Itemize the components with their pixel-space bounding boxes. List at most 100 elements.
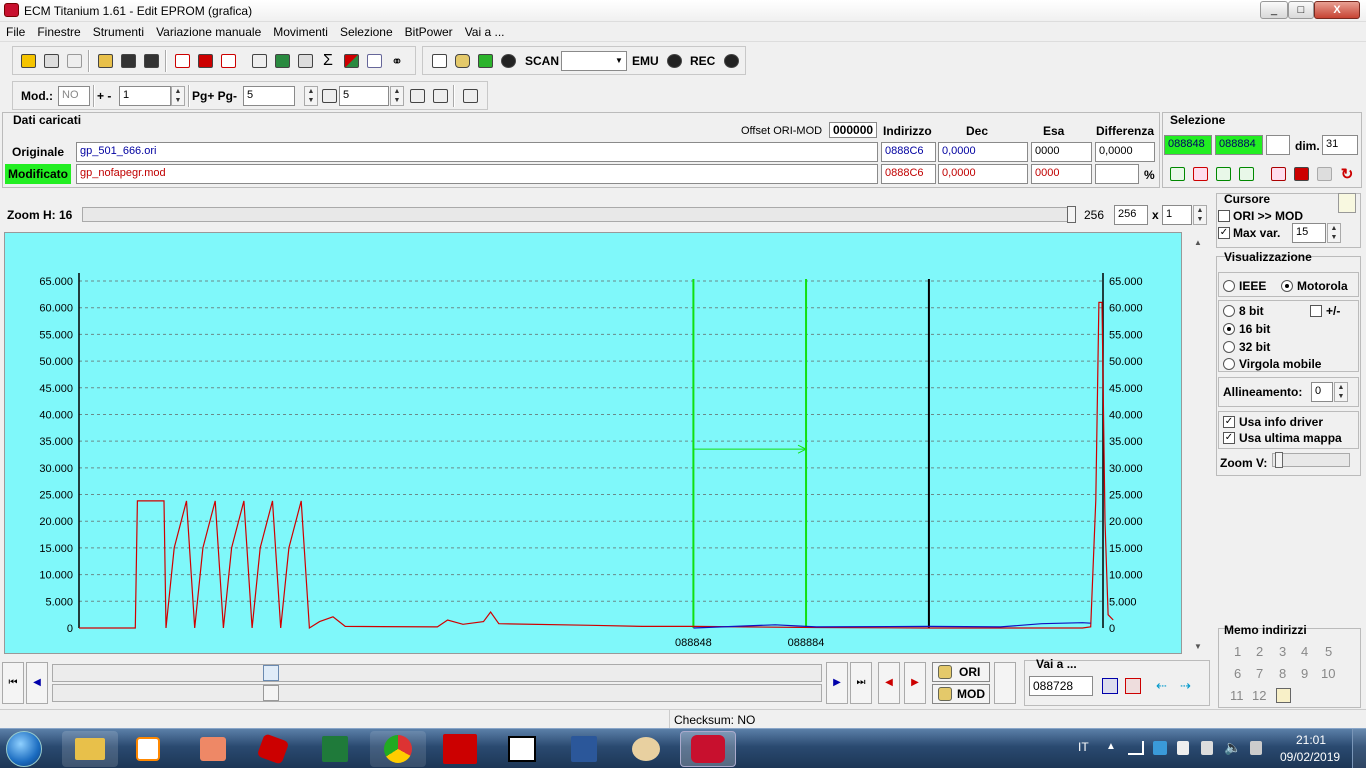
menu-vai-a[interactable]: Vai a ... xyxy=(459,22,511,39)
memo-add-icon[interactable] xyxy=(1276,688,1291,703)
7z-task[interactable] xyxy=(494,731,550,767)
memo-3[interactable]: 3 xyxy=(1279,644,1286,659)
sel-start-icon[interactable] xyxy=(1167,164,1187,184)
maximize-button[interactable]: □ xyxy=(1288,1,1314,19)
selection-end-field[interactable]: 088884 xyxy=(1215,135,1263,155)
save-icon[interactable] xyxy=(118,51,138,71)
menu-file[interactable]: File xyxy=(0,22,31,39)
hscroll-bottom[interactable] xyxy=(52,684,822,702)
scroll-down-icon[interactable]: ▼ xyxy=(1194,642,1202,651)
next-diff-icon[interactable]: ▶ xyxy=(904,662,926,704)
goto-field[interactable]: 088728 xyxy=(1029,676,1093,696)
open-folder-icon[interactable] xyxy=(95,51,115,71)
p-icon[interactable] xyxy=(319,86,339,106)
motorola-radio[interactable] xyxy=(1281,280,1293,292)
sel-disabled-icon[interactable] xyxy=(1314,164,1334,184)
edit-icon[interactable] xyxy=(295,51,315,71)
originale-esa-field[interactable]: 0000 xyxy=(1031,142,1092,162)
tray-arrow-icon[interactable]: ▲ xyxy=(1106,741,1116,752)
sel-plus-icon[interactable] xyxy=(1213,164,1233,184)
copy-icon[interactable] xyxy=(64,51,84,71)
memo-4[interactable]: 4 xyxy=(1301,644,1308,659)
hscroll-top-thumb[interactable] xyxy=(263,665,279,681)
next-page-icon[interactable]: ▶ xyxy=(826,662,848,704)
graph-panel[interactable]: 65.000 65.000 60.000 60.000 55.000 55.000 50.0… xyxy=(4,232,1182,654)
menu-movimenti[interactable]: Movimenti xyxy=(267,22,334,39)
zoom-h-slider[interactable] xyxy=(82,206,1076,223)
calculator-icon[interactable] xyxy=(272,51,292,71)
show-desktop-button[interactable] xyxy=(1352,729,1366,768)
clock-time[interactable]: 21:01 xyxy=(1296,733,1326,747)
dim-field[interactable]: 31 xyxy=(1322,135,1358,155)
paint-task[interactable] xyxy=(618,731,674,767)
graph-vscrollbar[interactable]: ▲ ▼ xyxy=(1188,232,1208,654)
menu-strumenti[interactable]: Strumenti xyxy=(87,22,150,39)
plusminus-field[interactable]: 1 xyxy=(119,86,171,106)
sel-paste-icon[interactable] xyxy=(1291,164,1311,184)
align-field[interactable]: 0 xyxy=(1311,382,1333,402)
zoom-value-field[interactable]: 256 xyxy=(1114,205,1148,225)
start-button[interactable] xyxy=(6,731,42,767)
zoom-v-slider-thumb[interactable] xyxy=(1275,452,1283,468)
chrome-task[interactable] xyxy=(370,731,426,767)
close-button[interactable]: X xyxy=(1314,1,1360,19)
goto-mod-icon[interactable] xyxy=(1125,678,1141,694)
modificato-dec-field[interactable]: 0,0000 xyxy=(938,164,1028,184)
originale-file-field[interactable]: gp_501_666.ori xyxy=(76,142,878,162)
zoom-h-slider-thumb[interactable] xyxy=(1067,206,1076,223)
refresh-icon[interactable]: ↻ xyxy=(1337,164,1357,184)
word-task[interactable] xyxy=(556,731,612,767)
mod-field[interactable]: NO xyxy=(58,86,90,106)
selection-extra-field[interactable] xyxy=(1266,135,1290,155)
align-spinner[interactable]: ▲ ▼ xyxy=(1334,382,1348,402)
hscroll-bottom-thumb[interactable] xyxy=(263,685,279,701)
menu-variazione[interactable]: Variazione manuale xyxy=(150,22,267,39)
sum-icon[interactable]: Σ xyxy=(318,51,338,71)
usa-ultima-checkbox[interactable]: ✓ xyxy=(1223,432,1235,444)
minimize-button[interactable]: _ xyxy=(1260,1,1288,19)
modificato-diff-field[interactable] xyxy=(1095,164,1139,184)
search-doc-icon[interactable] xyxy=(249,51,269,71)
plusminus-spinner[interactable]: ▲ ▼ xyxy=(171,86,185,106)
setup-task[interactable] xyxy=(185,731,241,767)
text-icon[interactable] xyxy=(429,51,449,71)
memo-6[interactable]: 6 xyxy=(1234,666,1241,681)
clock-date[interactable]: 09/02/2019 xyxy=(1280,750,1340,764)
memo-5[interactable]: 5 xyxy=(1325,644,1332,659)
zero-icon[interactable] xyxy=(218,51,238,71)
explorer-task[interactable] xyxy=(62,731,118,767)
language-indicator[interactable]: IT xyxy=(1078,740,1089,754)
swap-icon[interactable] xyxy=(994,662,1016,704)
memo-11[interactable]: 11 xyxy=(1230,688,1244,703)
pg-field[interactable]: 5 xyxy=(243,86,295,106)
network-icon[interactable] xyxy=(1153,741,1167,755)
max-var-spinner[interactable]: ▲ ▼ xyxy=(1327,223,1341,243)
memo-8[interactable]: 8 xyxy=(1279,666,1286,681)
first-page-icon[interactable]: ⏮ xyxy=(2,662,24,704)
max-var-checkbox[interactable]: ✓ xyxy=(1218,227,1230,239)
memo-12[interactable]: 12 xyxy=(1252,688,1266,703)
memo-7[interactable]: 7 xyxy=(1256,666,1263,681)
bit32-radio[interactable] xyxy=(1223,341,1235,353)
prev-page-icon[interactable]: ◀ xyxy=(26,662,48,704)
volume-icon[interactable]: 🔈 xyxy=(1224,739,1241,756)
sel-copy-icon[interactable] xyxy=(1268,164,1288,184)
shapes-icon[interactable] xyxy=(341,51,361,71)
zoom-mult-field[interactable]: 1 xyxy=(1162,205,1192,225)
p-field[interactable]: 5 xyxy=(339,86,389,106)
memo-1[interactable]: 1 xyxy=(1234,644,1241,659)
ori-mod-checkbox[interactable] xyxy=(1218,210,1230,222)
originale-dec-field[interactable]: 0,0000 xyxy=(938,142,1028,162)
pg-spinner[interactable]: ▲ ▼ xyxy=(304,86,318,106)
memo-2[interactable]: 2 xyxy=(1256,644,1263,659)
windows-icon[interactable] xyxy=(41,51,61,71)
graph-svg[interactable]: 65.000 65.000 60.000 60.000 55.000 55.000 50.0… xyxy=(5,233,1183,655)
last-page-icon[interactable]: ⏭ xyxy=(850,662,872,704)
mark-right-icon[interactable]: ⇢ xyxy=(1180,678,1196,694)
menu-finestre[interactable]: Finestre xyxy=(31,22,86,39)
max-var-field[interactable]: 15 xyxy=(1292,223,1326,243)
scroll-up-icon[interactable]: ▲ xyxy=(1194,238,1202,247)
goto-ori-icon[interactable] xyxy=(1102,678,1118,694)
hscroll-top[interactable] xyxy=(52,664,822,682)
ieee-radio[interactable] xyxy=(1223,280,1235,292)
